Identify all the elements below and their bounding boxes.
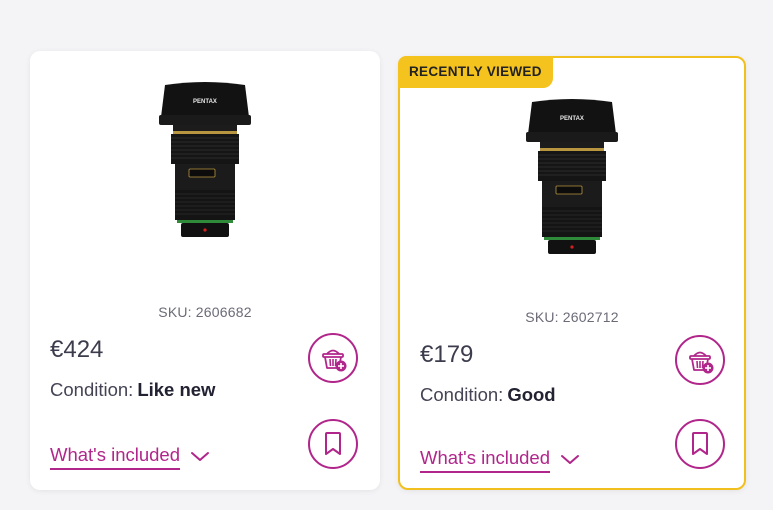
save-button[interactable] — [308, 419, 358, 469]
price: €179 — [420, 341, 474, 368]
chevron-down-icon[interactable] — [190, 451, 210, 463]
product-image[interactable]: PENTAX — [522, 98, 622, 278]
sku-value: 2606682 — [195, 304, 252, 320]
sku: SKU: 2602712 — [400, 309, 744, 325]
condition: Condition: Like new — [50, 379, 215, 401]
sku-label: SKU: — [158, 304, 192, 320]
whats-included-toggle[interactable]: What's included — [420, 447, 580, 473]
brand-label: PENTAX — [560, 116, 584, 122]
condition-label: Condition: — [420, 384, 504, 405]
whats-included-label[interactable]: What's included — [50, 444, 181, 470]
add-to-basket-button[interactable] — [308, 333, 358, 383]
product-card[interactable]: PENTAX SKU: 2606682 €424 Condition: Like… — [30, 51, 380, 490]
sku-label: SKU: — [525, 309, 559, 325]
recently-viewed-badge: RECENTLY VIEWED — [398, 56, 553, 88]
brand-label: PENTAX — [193, 99, 217, 105]
condition: Condition: Good — [420, 384, 556, 406]
chevron-down-icon[interactable] — [560, 454, 580, 466]
save-button[interactable] — [675, 419, 725, 469]
add-to-basket-icon — [689, 351, 714, 374]
sku-value: 2602712 — [562, 309, 619, 325]
condition-label: Condition: — [50, 379, 134, 400]
sku: SKU: 2606682 — [30, 304, 380, 320]
condition-value: Good — [507, 384, 556, 405]
price: €424 — [50, 336, 104, 363]
add-to-basket-button[interactable] — [675, 335, 725, 385]
whats-included-toggle[interactable]: What's included — [50, 444, 210, 470]
whats-included-label[interactable]: What's included — [420, 447, 551, 473]
product-card-recently-viewed[interactable]: RECENTLY VIEWED PENTAX SKU: 2602712 €179… — [398, 56, 746, 490]
product-image[interactable]: PENTAX — [155, 81, 255, 261]
bookmark-icon — [692, 432, 708, 455]
add-to-basket-icon — [322, 349, 347, 372]
condition-value: Like new — [137, 379, 216, 400]
bookmark-icon — [325, 432, 341, 455]
product-grid: PENTAX SKU: 2606682 €424 Condition: Like… — [0, 0, 773, 510]
